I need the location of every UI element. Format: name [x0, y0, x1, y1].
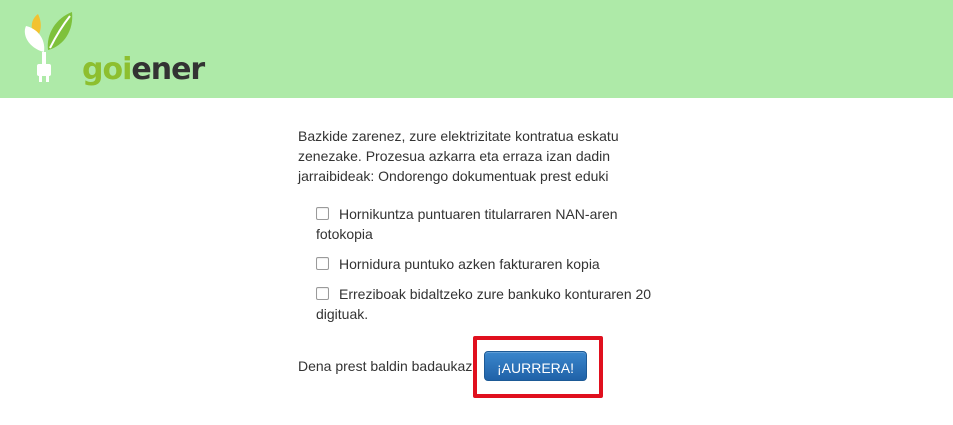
logo-wordmark: goiener [82, 52, 205, 88]
checklist-item: Hornikuntza puntuaren titularraren NAN-a… [316, 204, 658, 244]
checklist-item-label: Hornidura puntuko azken fakturaren kopia [339, 256, 600, 272]
leaf-plug-icon [24, 12, 73, 82]
goiener-logo[interactable]: goiener [20, 8, 205, 88]
checkbox[interactable] [316, 257, 329, 270]
checkbox[interactable] [316, 207, 329, 220]
logo-text-ener: ener [131, 52, 205, 87]
ready-text: Dena prest baldin badaukaz [298, 358, 473, 374]
checkbox[interactable] [316, 287, 329, 300]
logo-text-goi: goi [82, 52, 132, 87]
checklist-item-label: Hornikuntza puntuaren titularraren NAN-a… [316, 206, 618, 242]
checklist-item-label: Erreziboak bidaltzeko zure bankuko kontu… [316, 286, 652, 322]
page-header: goiener [0, 0, 953, 98]
main-content: Bazkide zarenez, zure elektrizitate kont… [298, 126, 658, 334]
go-button[interactable]: ¡AURRERA! [484, 351, 587, 381]
checklist-item: Erreziboak bidaltzeko zure bankuko kontu… [316, 284, 658, 324]
intro-text: Bazkide zarenez, zure elektrizitate kont… [298, 128, 619, 184]
checklist-item: Hornidura puntuko azken fakturaren kopia [316, 254, 658, 274]
document-checklist: Hornikuntza puntuaren titularraren NAN-a… [298, 204, 658, 324]
